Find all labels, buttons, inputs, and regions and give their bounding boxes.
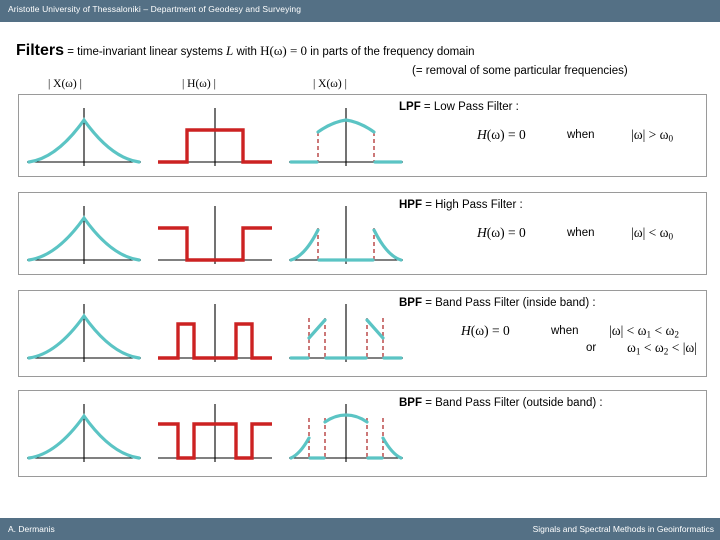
filter-abbr-hpf: HPF	[399, 199, 422, 211]
filter-fullname-bpf-inside: = Band Pass Filter (inside band) :	[422, 297, 596, 309]
header-bar: Aristotle University of Thessaloniki – D…	[0, 0, 720, 22]
chart-lpf-input	[27, 108, 141, 166]
filter-name-bpf-inside: BPF = Band Pass Filter (inside band) :	[399, 297, 704, 309]
filter-row-bpf-inside: BPF = Band Pass Filter (inside band) : H…	[18, 290, 707, 377]
page-title-keyword: Filters	[16, 42, 65, 59]
formula-when-lpf: when	[567, 129, 595, 141]
page-title-definition-a: = time-invariant linear systems	[64, 46, 227, 58]
filter-abbr-lpf: LPF	[399, 101, 421, 113]
chart-lpf-transfer	[158, 108, 272, 166]
filter-row-bpf-outside: BPF = Band Pass Filter (outside band) :	[18, 390, 707, 477]
footer-course: Signals and Spectral Methods in Geoinfor…	[532, 524, 714, 534]
filter-description-hpf: HPF = High Pass Filter : H(ω) = 0 when |…	[399, 199, 704, 265]
page-subtitle-note: (= removal of some particular frequencie…	[412, 65, 628, 77]
filter-name-bpf-outside: BPF = Band Pass Filter (outside band) :	[399, 397, 704, 409]
filter-row-hpf: HPF = High Pass Filter : H(ω) = 0 when |…	[18, 192, 707, 275]
filter-row-lpf: LPF = Low Pass Filter : H(ω) = 0 when |ω…	[18, 94, 707, 177]
column-header-output: | X(ω) |	[313, 78, 347, 90]
page-title-definition-c: in parts of the frequency domain	[307, 46, 475, 58]
formula-condition-hpf: |ω| < ω0	[631, 225, 674, 242]
formula-or-bpf-inside: or	[586, 342, 597, 354]
formula-equation-lpf: H(ω) = 0	[477, 127, 526, 142]
chart-bpf-outside-transfer	[158, 404, 272, 462]
filter-abbr-bpf-inside: BPF	[399, 297, 422, 309]
page-title-definition-b: with	[233, 46, 261, 58]
filter-name-lpf: LPF = Low Pass Filter :	[399, 101, 704, 113]
page-title: Filters = time-invariant linear systems …	[16, 42, 475, 60]
footer-author: A. Dermanis	[8, 524, 55, 534]
chart-bpf-inside-transfer	[158, 304, 272, 362]
chart-bpf-inside-input	[27, 304, 141, 362]
filter-abbr-bpf-outside: BPF	[399, 397, 422, 409]
title-condition: H(ω) = 0	[260, 43, 308, 58]
institution-title: Aristotle University of Thessaloniki – D…	[8, 4, 302, 14]
formula-condition-lpf: |ω| > ω0	[631, 127, 674, 144]
filter-description-bpf-inside: BPF = Band Pass Filter (inside band) : H…	[399, 297, 704, 363]
filter-description-bpf-outside: BPF = Band Pass Filter (outside band) :	[399, 397, 704, 409]
chart-hpf-output	[289, 206, 403, 264]
column-header-transfer: | H(ω) |	[182, 78, 216, 90]
formula-when-hpf: when	[567, 227, 595, 239]
formula-equation-bpf-inside: H(ω) = 0	[461, 323, 510, 338]
chart-bpf-outside-input	[27, 404, 141, 462]
filter-formula-bpf-inside: H(ω) = 0 when |ω| < ω1 < ω2 or ω1 < ω2 <…	[399, 323, 704, 363]
formula-when-bpf-inside: when	[551, 325, 579, 337]
footer-bar: A. Dermanis Signals and Spectral Methods…	[0, 518, 720, 540]
formula-condition2-bpf-inside: ω1 < ω2 < |ω|	[627, 340, 697, 357]
filter-fullname-hpf: = High Pass Filter :	[422, 199, 523, 211]
column-header-input: | X(ω) |	[48, 78, 82, 90]
chart-hpf-transfer	[158, 206, 272, 264]
filter-name-hpf: HPF = High Pass Filter :	[399, 199, 704, 211]
chart-hpf-input	[27, 206, 141, 264]
filter-formula-hpf: H(ω) = 0 when |ω| < ω0	[399, 225, 704, 265]
chart-lpf-output	[289, 108, 403, 166]
filter-description-lpf: LPF = Low Pass Filter : H(ω) = 0 when |ω…	[399, 101, 704, 167]
filter-formula-lpf: H(ω) = 0 when |ω| > ω0	[399, 127, 704, 167]
filter-fullname-lpf: = Low Pass Filter :	[420, 101, 519, 113]
filter-fullname-bpf-outside: = Band Pass Filter (outside band) :	[422, 397, 603, 409]
formula-equation-hpf: H(ω) = 0	[477, 225, 526, 240]
formula-condition-bpf-inside: |ω| < ω1 < ω2	[609, 323, 679, 340]
chart-bpf-inside-output	[289, 304, 403, 362]
chart-bpf-outside-output	[289, 404, 403, 462]
